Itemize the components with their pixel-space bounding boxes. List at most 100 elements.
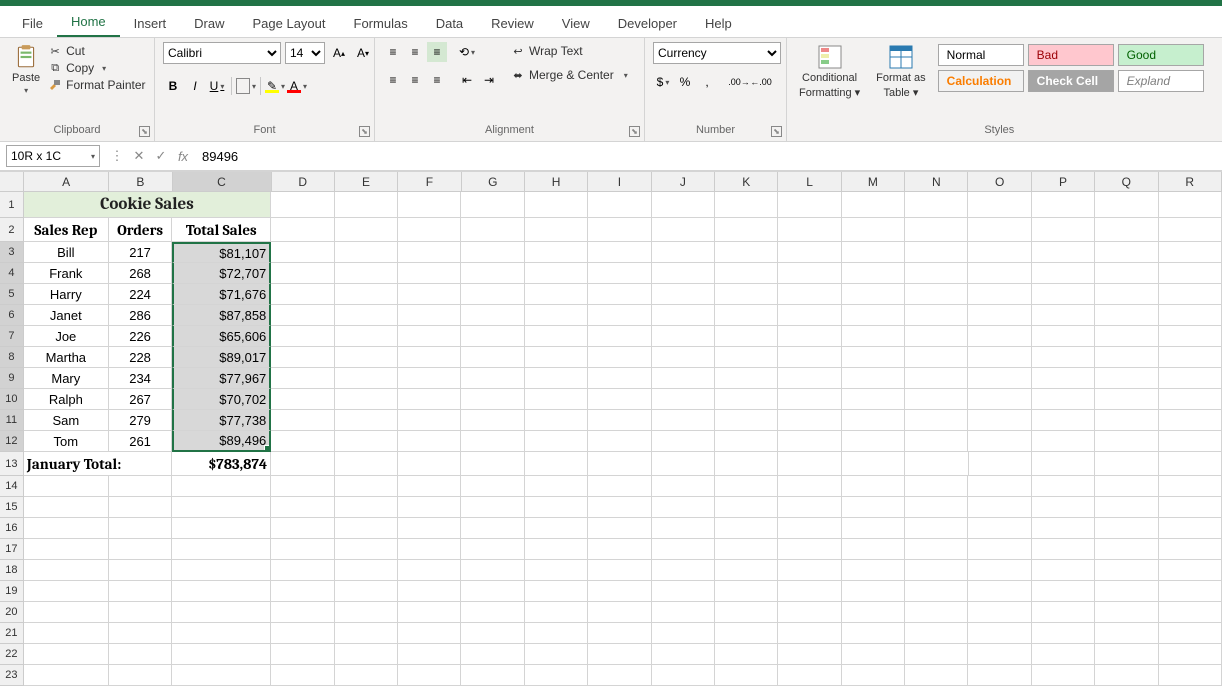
row-header-6[interactable]: 6 — [0, 305, 24, 326]
cell-L8[interactable] — [778, 347, 841, 368]
font-launcher-icon[interactable]: ⬊ — [359, 126, 370, 137]
cell-R17[interactable] — [1159, 539, 1222, 560]
cell-F6[interactable] — [398, 305, 461, 326]
cell-G3[interactable] — [461, 242, 524, 263]
cell-G2[interactable] — [461, 218, 524, 242]
cell-E18[interactable] — [335, 560, 398, 581]
cell-I11[interactable] — [588, 410, 651, 431]
cell-O15[interactable] — [968, 497, 1031, 518]
cell-K16[interactable] — [715, 518, 778, 539]
cell-N16[interactable] — [905, 518, 968, 539]
cell-K8[interactable] — [715, 347, 778, 368]
cell-F15[interactable] — [398, 497, 461, 518]
align-left-button[interactable]: ≡ — [383, 70, 403, 90]
cell-R10[interactable] — [1159, 389, 1222, 410]
cell-H19[interactable] — [525, 581, 588, 602]
increase-indent-button[interactable]: ⇥ — [479, 70, 499, 90]
cell-R4[interactable] — [1159, 263, 1222, 284]
cell-A6[interactable]: Janet — [24, 305, 109, 326]
cell-A9[interactable]: Mary — [24, 368, 109, 389]
cell-K2[interactable] — [715, 218, 778, 242]
cell-O13[interactable] — [969, 452, 1032, 476]
cell-F13[interactable] — [398, 452, 461, 476]
tab-file[interactable]: File — [8, 10, 57, 37]
copy-button[interactable]: ⧉ Copy ▾ — [48, 61, 145, 75]
column-header-G[interactable]: G — [462, 172, 525, 192]
cell-L1[interactable] — [778, 192, 841, 218]
cell-A16[interactable] — [24, 518, 109, 539]
tab-data[interactable]: Data — [422, 10, 477, 37]
cell-M6[interactable] — [842, 305, 905, 326]
tab-developer[interactable]: Developer — [604, 10, 691, 37]
cell-E2[interactable] — [335, 218, 398, 242]
spreadsheet-grid[interactable]: ABCDEFGHIJKLMNOPQR 1Cookie Sales2Sales R… — [0, 172, 1222, 686]
paste-button[interactable]: Paste ▾ — [8, 42, 44, 97]
cell-F20[interactable] — [398, 602, 461, 623]
cell-I15[interactable] — [588, 497, 651, 518]
cell-P15[interactable] — [1032, 497, 1095, 518]
cell-K12[interactable] — [715, 431, 778, 452]
cell-K10[interactable] — [715, 389, 778, 410]
cell-P20[interactable] — [1032, 602, 1095, 623]
cell-O2[interactable] — [968, 218, 1031, 242]
select-all-corner[interactable] — [0, 172, 24, 192]
cell-K4[interactable] — [715, 263, 778, 284]
cell-G16[interactable] — [461, 518, 524, 539]
cell-C14[interactable] — [172, 476, 271, 497]
cell-J15[interactable] — [652, 497, 715, 518]
cell-H23[interactable] — [525, 665, 588, 686]
cell-D21[interactable] — [271, 623, 334, 644]
cell-L21[interactable] — [778, 623, 841, 644]
cell-R16[interactable] — [1159, 518, 1222, 539]
cell-Q6[interactable] — [1095, 305, 1158, 326]
row-header-17[interactable]: 17 — [0, 539, 24, 560]
cell-F17[interactable] — [398, 539, 461, 560]
cell-I4[interactable] — [588, 263, 651, 284]
cell-L20[interactable] — [778, 602, 841, 623]
cell-H3[interactable] — [525, 242, 588, 263]
cell-N7[interactable] — [905, 326, 968, 347]
cell-I20[interactable] — [588, 602, 651, 623]
column-header-D[interactable]: D — [272, 172, 335, 192]
cell-J4[interactable] — [652, 263, 715, 284]
cell-H13[interactable] — [525, 452, 588, 476]
cell-O1[interactable] — [968, 192, 1031, 218]
cell-I8[interactable] — [588, 347, 651, 368]
cell-Q18[interactable] — [1095, 560, 1158, 581]
cell-B22[interactable] — [109, 644, 172, 665]
cell-G6[interactable] — [461, 305, 524, 326]
cell-B3[interactable]: 217 — [109, 242, 172, 263]
cell-P16[interactable] — [1032, 518, 1095, 539]
cell-G11[interactable] — [461, 410, 524, 431]
cell-O7[interactable] — [968, 326, 1031, 347]
cell-G9[interactable] — [461, 368, 524, 389]
cell-K1[interactable] — [715, 192, 778, 218]
cell-Q12[interactable] — [1095, 431, 1158, 452]
orientation-button[interactable]: ⟲ — [457, 42, 477, 62]
cell-A22[interactable] — [24, 644, 109, 665]
cell-K20[interactable] — [715, 602, 778, 623]
cell-R6[interactable] — [1159, 305, 1222, 326]
cell-N5[interactable] — [905, 284, 968, 305]
cell-A18[interactable] — [24, 560, 109, 581]
cell-B5[interactable]: 224 — [109, 284, 172, 305]
cell-M23[interactable] — [842, 665, 905, 686]
cell-B20[interactable] — [109, 602, 172, 623]
cell-G14[interactable] — [461, 476, 524, 497]
cell-Q5[interactable] — [1095, 284, 1158, 305]
cell-N6[interactable] — [905, 305, 968, 326]
cell-J17[interactable] — [652, 539, 715, 560]
cell-E9[interactable] — [335, 368, 398, 389]
formula-input[interactable] — [194, 145, 1222, 167]
cell-style-good[interactable]: Good — [1118, 44, 1204, 66]
cell-E7[interactable] — [335, 326, 398, 347]
row-header-12[interactable]: 12 — [0, 431, 24, 452]
cell-N15[interactable] — [905, 497, 968, 518]
cell-P21[interactable] — [1032, 623, 1095, 644]
cell-E10[interactable] — [335, 389, 398, 410]
cell-style-explanatory[interactable]: Expland — [1118, 70, 1204, 92]
font-name-select[interactable]: Calibri — [163, 42, 281, 64]
cell-R2[interactable] — [1159, 218, 1222, 242]
column-header-O[interactable]: O — [968, 172, 1031, 192]
cell-J10[interactable] — [652, 389, 715, 410]
